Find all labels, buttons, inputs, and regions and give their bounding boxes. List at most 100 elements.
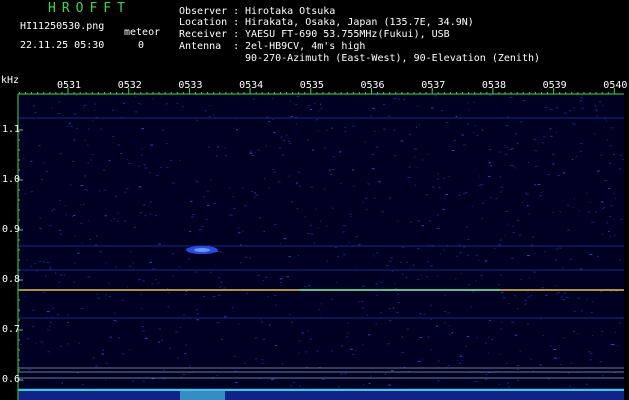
noise-pixel bbox=[499, 176, 502, 178]
noise-pixel bbox=[329, 174, 333, 176]
noise-pixel bbox=[487, 336, 490, 338]
noise-pixel bbox=[507, 223, 509, 225]
noise-pixel bbox=[61, 382, 63, 384]
noise-pixel bbox=[326, 260, 328, 262]
noise-pixel bbox=[149, 201, 153, 203]
noise-pixel bbox=[389, 261, 392, 263]
noise-pixel bbox=[318, 110, 320, 112]
noise-pixel bbox=[600, 154, 603, 156]
noise-pixel bbox=[80, 222, 83, 224]
noise-pixel bbox=[509, 148, 513, 150]
noise-pixel bbox=[466, 102, 469, 104]
noise-pixel bbox=[527, 291, 529, 293]
noise-pixel bbox=[219, 286, 222, 288]
noise-pixel bbox=[80, 185, 84, 187]
noise-pixel bbox=[532, 271, 536, 273]
noise-pixel bbox=[444, 294, 446, 296]
noise-pixel bbox=[485, 373, 488, 375]
noise-pixel bbox=[59, 274, 63, 276]
noise-pixel bbox=[402, 246, 405, 248]
noise-pixel bbox=[138, 165, 140, 167]
noise-pixel bbox=[128, 163, 132, 165]
noise-pixel bbox=[240, 244, 242, 246]
noise-pixel bbox=[612, 344, 615, 346]
noise-pixel bbox=[485, 378, 488, 380]
noise-pixel bbox=[499, 274, 502, 276]
noise-pixel bbox=[307, 233, 310, 235]
noise-pixel bbox=[561, 299, 565, 301]
noise-pixel bbox=[501, 291, 504, 293]
noise-pixel bbox=[534, 184, 537, 186]
noise-pixel bbox=[463, 246, 466, 248]
noise-pixel bbox=[94, 109, 96, 111]
noise-pixel bbox=[89, 276, 91, 278]
noise-pixel bbox=[95, 365, 98, 367]
noise-pixel bbox=[349, 348, 353, 350]
noise-pixel bbox=[310, 186, 313, 188]
noise-pixel bbox=[530, 295, 533, 297]
noise-pixel bbox=[209, 105, 211, 107]
noise-pixel bbox=[77, 252, 80, 254]
noise-pixel bbox=[42, 291, 46, 293]
noise-pixel bbox=[562, 172, 566, 174]
noise-pixel bbox=[393, 129, 396, 131]
noise-pixel bbox=[138, 279, 141, 281]
noise-pixel bbox=[609, 145, 612, 147]
noise-pixel bbox=[387, 384, 391, 386]
noise-pixel bbox=[444, 322, 446, 324]
noise-pixel bbox=[304, 285, 307, 287]
noise-pixel bbox=[73, 214, 76, 216]
noise-pixel bbox=[490, 339, 494, 341]
noise-pixel bbox=[271, 98, 274, 100]
noise-pixel bbox=[108, 282, 110, 284]
noise-pixel bbox=[441, 109, 444, 111]
noise-pixel bbox=[343, 254, 346, 256]
noise-pixel bbox=[49, 225, 52, 227]
noise-pixel bbox=[30, 265, 33, 267]
noise-pixel bbox=[114, 266, 118, 268]
observer-label: Observer : bbox=[179, 6, 240, 17]
noise-pixel bbox=[397, 302, 401, 304]
noise-pixel bbox=[52, 307, 55, 309]
noise-pixel bbox=[599, 361, 603, 363]
noise-pixel bbox=[273, 132, 276, 134]
noise-pixel bbox=[532, 236, 535, 238]
noise-pixel bbox=[91, 154, 94, 156]
noise-pixel bbox=[48, 325, 51, 327]
noise-pixel bbox=[337, 256, 339, 258]
noise-pixel bbox=[436, 178, 440, 180]
noise-pixel bbox=[437, 275, 439, 277]
noise-pixel bbox=[289, 100, 292, 102]
noise-pixel bbox=[511, 321, 515, 323]
noise-pixel bbox=[545, 294, 548, 296]
noise-pixel bbox=[184, 353, 186, 355]
noise-pixel bbox=[533, 139, 537, 141]
noise-pixel bbox=[552, 163, 555, 165]
noise-pixel bbox=[475, 254, 478, 256]
noise-pixel bbox=[34, 262, 36, 264]
noise-pixel bbox=[514, 167, 516, 169]
noise-pixel bbox=[463, 193, 466, 195]
noise-pixel bbox=[591, 221, 594, 223]
noise-pixel bbox=[596, 256, 599, 258]
noise-pixel bbox=[488, 148, 492, 150]
noise-pixel bbox=[304, 216, 307, 218]
noise-pixel bbox=[309, 224, 313, 226]
noise-pixel bbox=[466, 123, 470, 125]
noise-pixel bbox=[331, 298, 334, 300]
noise-pixel bbox=[177, 357, 179, 359]
noise-pixel bbox=[353, 186, 355, 188]
noise-pixel bbox=[224, 155, 227, 157]
noise-pixel bbox=[434, 95, 437, 97]
noise-pixel bbox=[604, 180, 608, 182]
noise-pixel bbox=[592, 301, 594, 303]
noise-pixel bbox=[465, 226, 469, 228]
noise-pixel bbox=[117, 337, 121, 339]
noise-pixel bbox=[30, 191, 33, 193]
noise-pixel bbox=[181, 106, 185, 108]
noise-pixel bbox=[566, 297, 569, 299]
noise-pixel bbox=[82, 203, 85, 205]
noise-pixel bbox=[534, 253, 536, 255]
noise-pixel bbox=[46, 311, 50, 313]
noise-pixel bbox=[94, 244, 98, 246]
